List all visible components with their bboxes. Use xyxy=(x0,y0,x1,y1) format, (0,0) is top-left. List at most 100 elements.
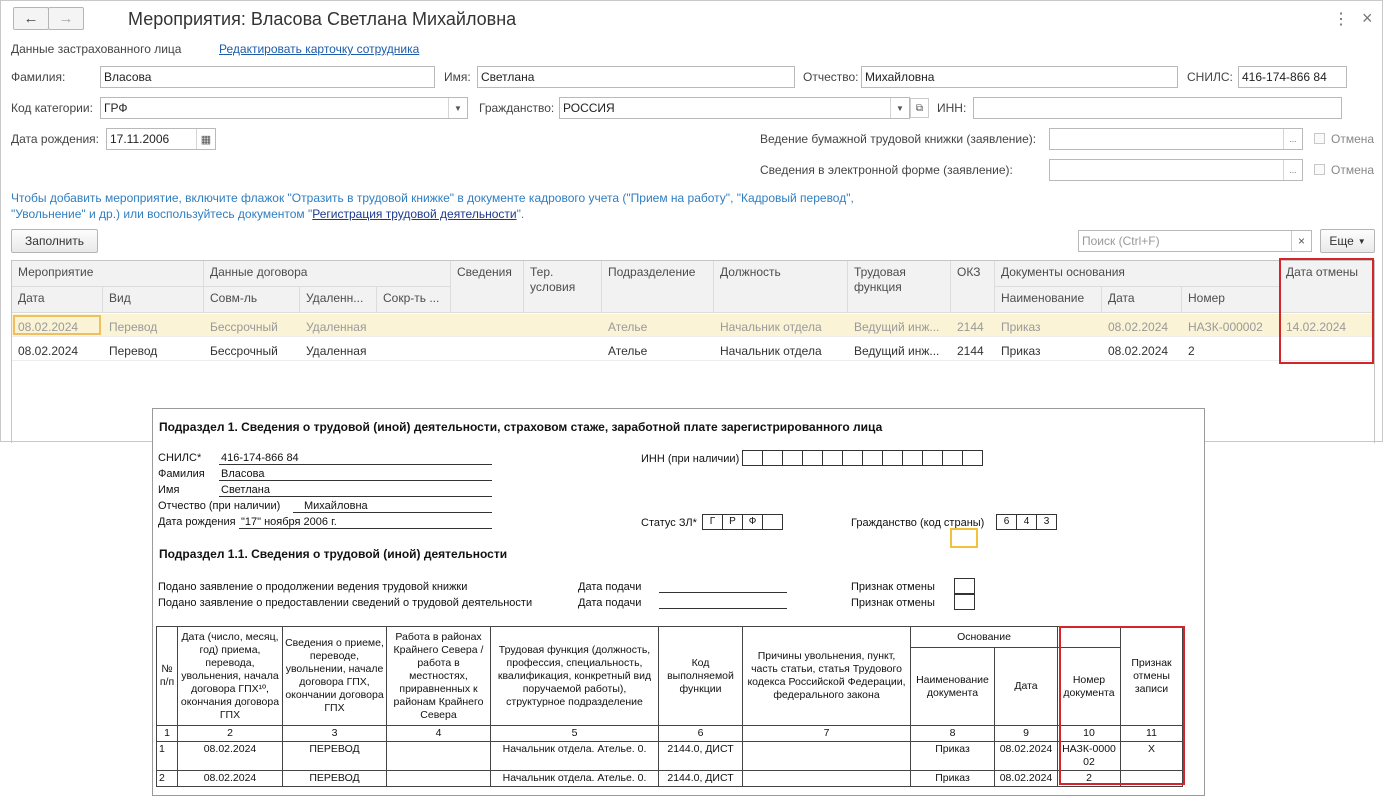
clear-search-icon[interactable]: × xyxy=(1291,231,1311,251)
row-func[interactable]: Ведущий инж... xyxy=(848,340,951,362)
row-date[interactable]: 08.02.2024 xyxy=(12,316,84,338)
row-doc-date[interactable]: 08.02.2024 xyxy=(1102,316,1174,338)
col-combo[interactable]: Совм-ль xyxy=(204,287,300,313)
row-cancel-date[interactable]: 14.02.2024 xyxy=(1280,316,1352,338)
col-number: 1 xyxy=(156,725,178,742)
col-doc-name[interactable]: Наименование xyxy=(995,287,1102,313)
col-number: 10 xyxy=(1057,725,1121,742)
row-position[interactable]: Начальник отдела xyxy=(714,340,828,362)
row-doc-num[interactable]: 2 xyxy=(1182,340,1201,362)
open-form-icon[interactable]: ⧉ xyxy=(910,98,929,118)
form-birth-value: "17" ноября 2006 г. xyxy=(241,516,337,528)
row-doc-name[interactable]: Приказ xyxy=(995,340,1047,362)
forward-arrow-icon[interactable]: → xyxy=(48,7,84,30)
form-continue-label: Подано заявление о продолжении ведения т… xyxy=(158,581,468,593)
calendar-icon[interactable]: ▦ xyxy=(196,129,215,149)
col-contract[interactable]: Данные договора xyxy=(204,261,451,287)
cell-north xyxy=(386,770,491,787)
form-cancel-sign-box xyxy=(954,578,975,594)
row-type[interactable]: Перевод xyxy=(103,316,163,338)
col-okz[interactable]: ОКЗ xyxy=(951,261,995,313)
form-citizenship-cells: 6 4 3 xyxy=(996,514,1057,530)
chevron-down-icon[interactable]: ▼ xyxy=(890,98,909,118)
th-code: Код выполняемой функции xyxy=(658,626,743,726)
col-dept[interactable]: Подразделение xyxy=(602,261,714,313)
electronic-cancel-label: Отмена xyxy=(1331,163,1375,177)
col-cancel-date[interactable]: Дата отмены xyxy=(1280,261,1374,313)
paper-cancel-checkbox[interactable] xyxy=(1314,133,1325,144)
back-arrow-icon[interactable]: ← xyxy=(13,7,49,30)
cell-func: Начальник отдела. Ателье. 0. xyxy=(490,770,659,787)
row-remote[interactable]: Удаленная xyxy=(300,340,372,362)
col-ter[interactable]: Тер. условия xyxy=(524,261,602,313)
form-status-cells: Г Р Ф xyxy=(702,514,783,530)
inn-input[interactable] xyxy=(973,97,1342,119)
select-ellipsis-button[interactable]: ... xyxy=(1283,129,1302,149)
more-menu-icon[interactable]: ⋮ xyxy=(1333,9,1349,29)
cell-info: ПЕРЕВОД xyxy=(282,770,387,787)
registration-doc-link[interactable]: Регистрация трудовой деятельности xyxy=(312,207,516,221)
row-okz[interactable]: 2144 xyxy=(951,340,990,362)
close-icon[interactable]: × xyxy=(1362,8,1373,29)
row-remote[interactable]: Удаленная xyxy=(300,316,372,338)
form-birth-label: Дата рождения xyxy=(158,516,236,528)
form-inn-cells xyxy=(742,450,983,466)
row-okz[interactable]: 2144 xyxy=(951,316,990,338)
paper-book-input[interactable]: ... xyxy=(1049,128,1303,150)
category-value: ГРФ xyxy=(104,101,128,115)
th-north: Работа в районах Крайнего Севера / работ… xyxy=(386,626,491,726)
row-dept[interactable]: Ателье xyxy=(602,316,653,338)
citizenship-select[interactable]: РОССИЯ ▼ xyxy=(559,97,910,119)
col-event[interactable]: Мероприятие xyxy=(12,261,204,287)
col-labor-func[interactable]: Трудовая функция xyxy=(848,261,951,313)
row-date[interactable]: 08.02.2024 xyxy=(12,340,84,362)
col-position[interactable]: Должность xyxy=(714,261,848,313)
col-date[interactable]: Дата xyxy=(12,287,103,313)
row-doc-name[interactable]: Приказ xyxy=(995,316,1047,338)
form-cancel-sign-box xyxy=(954,594,975,610)
col-number: 9 xyxy=(994,725,1058,742)
row-combo[interactable]: Бессрочный xyxy=(204,340,284,362)
col-remote[interactable]: Удаленн... xyxy=(300,287,377,313)
col-type[interactable]: Вид xyxy=(103,287,204,313)
chevron-down-icon[interactable]: ▼ xyxy=(448,98,467,118)
form-name-value: Светлана xyxy=(221,484,270,496)
cell-doc-date: 08.02.2024 xyxy=(994,770,1058,787)
row-type[interactable]: Перевод xyxy=(103,340,163,362)
form-snils-label: СНИЛС* xyxy=(158,452,202,464)
snils-input[interactable]: 416-174-866 84 xyxy=(1238,66,1347,88)
inn-label: ИНН: xyxy=(937,101,967,115)
citizenship-code: 4 xyxy=(1016,514,1037,530)
name-input[interactable]: Светлана xyxy=(477,66,795,88)
row-doc-num[interactable]: НАЗК-000002 xyxy=(1182,316,1269,338)
electronic-input[interactable]: ... xyxy=(1049,159,1303,181)
col-number: 7 xyxy=(742,725,911,742)
surname-input[interactable]: Власова xyxy=(100,66,435,88)
citizenship-value: РОССИЯ xyxy=(563,101,615,115)
cell-date: 08.02.2024 xyxy=(177,741,283,771)
cell-doc-num: 2 xyxy=(1057,770,1121,787)
electronic-cancel-checkbox[interactable] xyxy=(1314,164,1325,175)
th-doc-date: Дата xyxy=(994,647,1058,726)
select-ellipsis-button[interactable]: ... xyxy=(1283,160,1302,180)
col-docs[interactable]: Документы основания xyxy=(995,261,1280,287)
fill-button[interactable]: Заполнить xyxy=(11,229,98,253)
col-short[interactable]: Сокр-ть ... xyxy=(377,287,451,313)
row-doc-date[interactable]: 08.02.2024 xyxy=(1102,340,1174,362)
search-input[interactable]: Поиск (Ctrl+F) xyxy=(1078,230,1312,252)
row-combo[interactable]: Бессрочный xyxy=(204,316,284,338)
row-position[interactable]: Начальник отдела xyxy=(714,316,828,338)
birth-date-input[interactable]: 17.11.2006 ▦ xyxy=(106,128,216,150)
col-doc-num[interactable]: Номер xyxy=(1182,287,1280,313)
col-number: 8 xyxy=(910,725,995,742)
row-dept[interactable]: Ателье xyxy=(602,340,653,362)
col-info[interactable]: Сведения xyxy=(451,261,524,313)
more-button[interactable]: Еще ▼ xyxy=(1320,229,1375,253)
edit-employee-link[interactable]: Редактировать карточку сотрудника xyxy=(219,42,419,56)
category-select[interactable]: ГРФ ▼ xyxy=(100,97,468,119)
patronymic-input[interactable]: Михайловна xyxy=(861,66,1178,88)
col-doc-date[interactable]: Дата xyxy=(1102,287,1182,313)
form-section-title: Подраздел 1. Сведения о трудовой (иной) … xyxy=(159,420,883,434)
row-func[interactable]: Ведущий инж... xyxy=(848,316,951,338)
th-doc-name: Наименование документа xyxy=(910,647,995,726)
